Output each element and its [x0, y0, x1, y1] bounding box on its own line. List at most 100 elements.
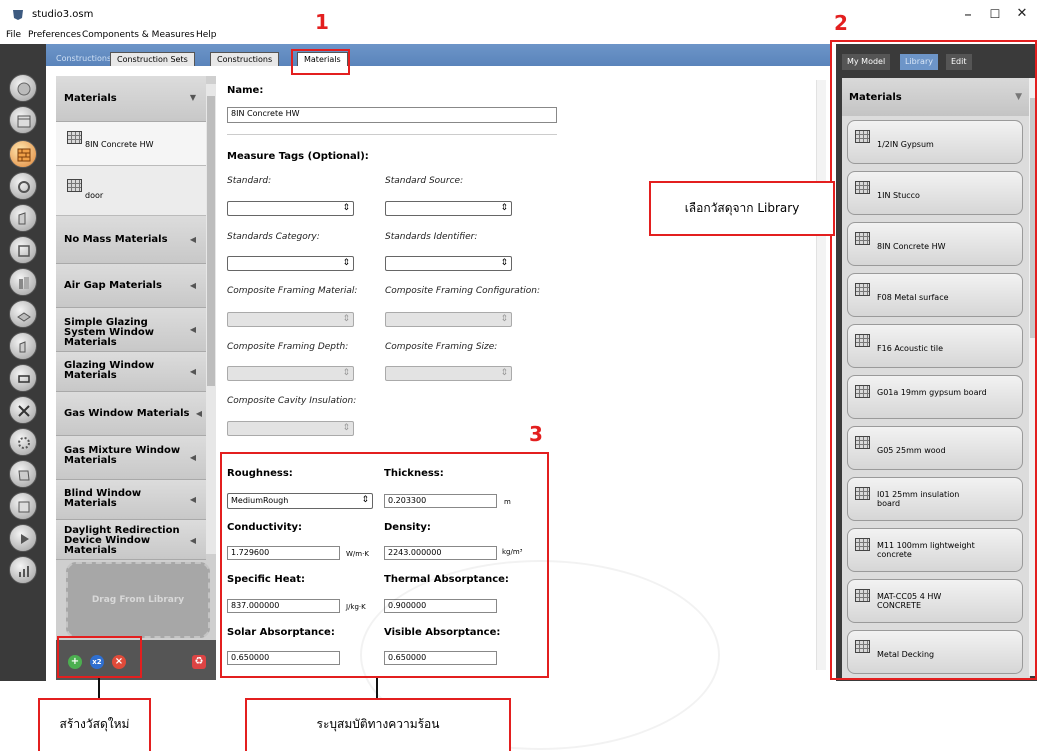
updown-arrow-icon: ⇕: [342, 423, 350, 433]
category-label: Daylight Redirection Device Window Mater…: [64, 525, 180, 556]
inspector-scrollbar[interactable]: [816, 80, 826, 670]
material-swatch-icon: [67, 179, 82, 192]
callout-create: สร้างวัสดุใหม่: [38, 698, 151, 751]
menu-preferences[interactable]: Preferences: [28, 30, 81, 40]
composite-framing-depth-label: Composite Framing Depth:: [227, 342, 349, 352]
tab-breadcrumb[interactable]: Constructions: [50, 52, 117, 66]
menu-components-measures[interactable]: Components & Measures: [82, 30, 195, 40]
composite-cavity-insulation-label: Composite Cavity Insulation:: [227, 396, 357, 406]
title-bar: studio3.osm – ☐ ✕: [0, 0, 1037, 30]
menu-help[interactable]: Help: [196, 30, 217, 40]
standards-category-label: Standards Category:: [227, 232, 320, 242]
standard-source-dropdown[interactable]: ⇕: [385, 201, 512, 216]
list-item[interactable]: door: [56, 166, 206, 216]
list-item-label: door: [85, 191, 104, 200]
category-scrollbar[interactable]: [206, 84, 216, 554]
standard-source-label: Standard Source:: [385, 176, 464, 186]
category-label: Simple Glazing System Window Materials: [64, 317, 154, 348]
category-label: Gas Mixture Window Materials: [64, 445, 181, 466]
updown-arrow-icon: ⇕: [500, 258, 508, 268]
standards-category-dropdown[interactable]: ⇕: [227, 256, 354, 271]
annotation-box-materials-tab: [291, 49, 350, 75]
annotation-number-3: 3: [529, 422, 543, 446]
thermal-zones-icon[interactable]: [9, 332, 37, 360]
hvac-systems-icon[interactable]: [9, 364, 37, 392]
category-daylight-redirection[interactable]: Daylight Redirection Device Window Mater…: [56, 520, 206, 560]
chevron-left-icon: ◀: [189, 325, 196, 334]
maximize-button[interactable]: ☐: [980, 4, 1010, 24]
updown-arrow-icon: ⇕: [342, 203, 350, 213]
annotation-box-library: [830, 40, 1037, 680]
name-field[interactable]: 8IN Concrete HW: [227, 107, 557, 123]
tab-strip: Constructions Construction Sets Construc…: [46, 44, 830, 66]
drag-from-library-dropzone[interactable]: Drag From Library: [66, 562, 210, 638]
schedules-icon[interactable]: [9, 106, 37, 134]
purge-icon[interactable]: ♻: [192, 655, 206, 669]
measure-tags-label: Measure Tags (Optional):: [227, 151, 369, 162]
chevron-left-icon: ◀: [189, 453, 196, 462]
category-no-mass[interactable]: No Mass Materials ◀: [56, 216, 206, 264]
annotation-number-2: 2: [834, 11, 848, 35]
composite-framing-configuration-label: Composite Framing Configuration:: [385, 286, 541, 296]
menu-file[interactable]: File: [6, 30, 21, 40]
spaces-icon[interactable]: [9, 300, 37, 328]
chevron-left-icon: ◀: [189, 536, 196, 545]
loads-icon[interactable]: [9, 172, 37, 200]
annotation-number-1: 1: [315, 10, 329, 34]
composite-framing-size-dropdown[interactable]: ⇕: [385, 366, 512, 381]
constructions-icon[interactable]: [9, 140, 37, 168]
category-label: Blind Window Materials: [64, 488, 142, 509]
composite-framing-material-dropdown[interactable]: ⇕: [227, 312, 354, 327]
category-header-materials[interactable]: Materials ▼: [56, 76, 206, 122]
updown-arrow-icon: ⇕: [342, 258, 350, 268]
connector-line: [376, 678, 378, 698]
building-summary-icon[interactable]: [9, 396, 37, 424]
annotation-box-thermal: [220, 452, 549, 678]
category-label: Air Gap Materials: [64, 280, 162, 291]
results-summary-icon[interactable]: [9, 556, 37, 584]
facility-icon[interactable]: [9, 268, 37, 296]
category-label: No Mass Materials: [64, 234, 168, 245]
output-variables-icon[interactable]: [9, 428, 37, 456]
chevron-left-icon: ◀: [189, 235, 196, 244]
run-simulation-icon[interactable]: [9, 524, 37, 552]
tab-constructions[interactable]: Constructions: [210, 52, 280, 66]
site-icon[interactable]: [9, 74, 37, 102]
list-item[interactable]: 8IN Concrete HW: [56, 122, 206, 166]
list-item-label: 8IN Concrete HW: [85, 140, 154, 149]
chevron-left-icon: ◀: [189, 495, 196, 504]
chevron-left-icon: ◀: [189, 367, 196, 376]
category-simple-glazing[interactable]: Simple Glazing System Window Materials ◀: [56, 308, 206, 352]
divider: [227, 134, 557, 135]
composite-framing-depth-dropdown[interactable]: ⇕: [227, 366, 354, 381]
updown-arrow-icon: ⇕: [342, 368, 350, 378]
app-icon: [13, 10, 23, 20]
category-glazing-window[interactable]: Glazing Window Materials ◀: [56, 352, 206, 392]
scripts-icon[interactable]: [9, 492, 37, 520]
standard-label: Standard:: [227, 176, 272, 186]
close-button[interactable]: ✕: [1007, 4, 1037, 24]
composite-cavity-insulation-dropdown[interactable]: ⇕: [227, 421, 354, 436]
category-blind-window[interactable]: Blind Window Materials ◀: [56, 480, 206, 520]
standards-identifier-dropdown[interactable]: ⇕: [385, 256, 512, 271]
minimize-button[interactable]: –: [953, 4, 983, 24]
standard-dropdown[interactable]: ⇕: [227, 201, 354, 216]
material-swatch-icon: [67, 131, 82, 144]
updown-arrow-icon: ⇕: [500, 203, 508, 213]
composite-framing-configuration-dropdown[interactable]: ⇕: [385, 312, 512, 327]
space-types-icon[interactable]: [9, 204, 37, 232]
geometry-icon[interactable]: [9, 236, 37, 264]
name-label: Name:: [227, 85, 264, 96]
category-gas-mixture[interactable]: Gas Mixture Window Materials ◀: [56, 436, 206, 480]
scrollbar-thumb[interactable]: [207, 96, 215, 386]
category-air-gap[interactable]: Air Gap Materials ◀: [56, 264, 206, 308]
tab-construction-sets[interactable]: Construction Sets: [110, 52, 195, 66]
chevron-left-icon: ◀: [189, 281, 196, 290]
simulation-settings-icon[interactable]: [9, 460, 37, 488]
category-gas-window[interactable]: Gas Window Materials ◀: [56, 392, 206, 436]
chevron-down-icon: ▼: [189, 93, 196, 102]
composite-framing-size-label: Composite Framing Size:: [385, 342, 498, 352]
chevron-left-icon: ◀: [195, 409, 202, 418]
material-category-list: Materials ▼ 8IN Concrete HW door No Mass…: [56, 76, 216, 640]
annotation-box-buttons: [57, 636, 142, 678]
